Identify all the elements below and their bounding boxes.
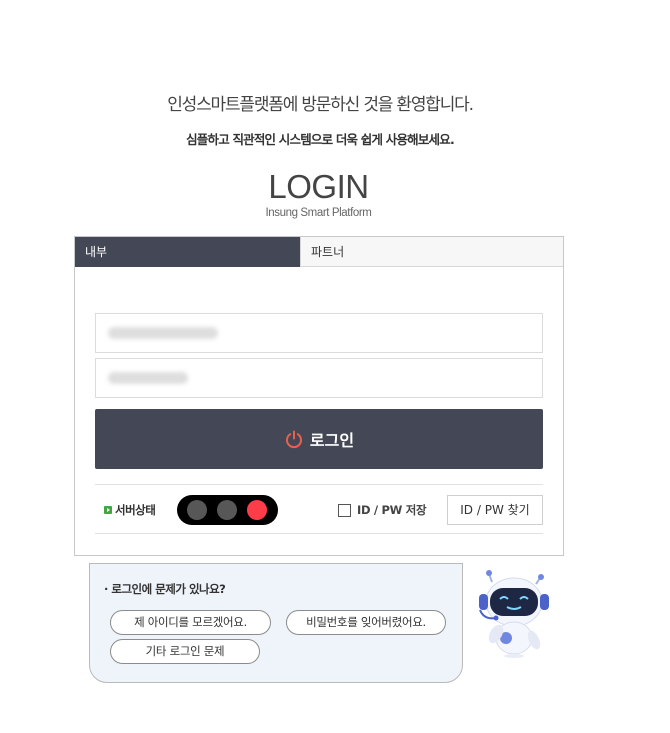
tab-partner[interactable]: 파트너 [300, 237, 563, 267]
save-id-pw-label[interactable]: ID / PW 저장 [357, 502, 427, 518]
welcome-message: 인성스마트플랫폼에 방문하신 것을 환영합니다. [167, 95, 474, 115]
status-light-2 [217, 500, 237, 520]
welcome-subtitle: 심플하고 직관적인 시스템으로 더욱 쉽게 사용해보세요. [186, 132, 455, 147]
server-status-label: 서버상태 [115, 503, 156, 517]
login-tabs: 내부 파트너 [75, 237, 563, 267]
arrow-right-icon [104, 506, 112, 514]
forgot-id-button[interactable]: 제 아이디를 모르겠어요. [110, 610, 271, 635]
login-button-label: 로그인 [309, 431, 355, 450]
forgot-password-button[interactable]: 비밀번호를 잊어버렸어요. [286, 610, 446, 635]
other-login-issue-button[interactable]: 기타 로그인 문제 [110, 639, 260, 664]
user-id-value-masked [108, 327, 218, 339]
login-button[interactable]: 로그인 [95, 409, 543, 469]
robot-mascot-icon [479, 570, 549, 658]
tab-internal[interactable]: 내부 [75, 237, 300, 267]
status-light-3 [247, 500, 267, 520]
power-icon [285, 430, 302, 448]
server-status-indicator [177, 495, 278, 525]
save-id-pw-checkbox[interactable] [338, 504, 351, 517]
status-light-1 [187, 500, 207, 520]
find-id-pw-button[interactable]: ID / PW 찾기 [447, 495, 543, 525]
login-title: LOGIN [268, 168, 369, 205]
login-panel: 내부 파트너 로그인 서버상태 ID / PW 저장 ID / PW 찾기 [74, 236, 564, 556]
password-value-masked [108, 372, 188, 384]
help-title: · 로그인에 문제가 있나요? [104, 582, 226, 596]
platform-name: Insung Smart Platform [265, 207, 372, 219]
password-input[interactable] [95, 358, 543, 398]
login-help-box: · 로그인에 문제가 있나요? 제 아이디를 모르겠어요. 비밀번호를 잊어버렸… [89, 563, 463, 683]
login-options-row: 서버상태 ID / PW 저장 ID / PW 찾기 [95, 484, 543, 534]
user-id-input[interactable] [95, 313, 543, 353]
